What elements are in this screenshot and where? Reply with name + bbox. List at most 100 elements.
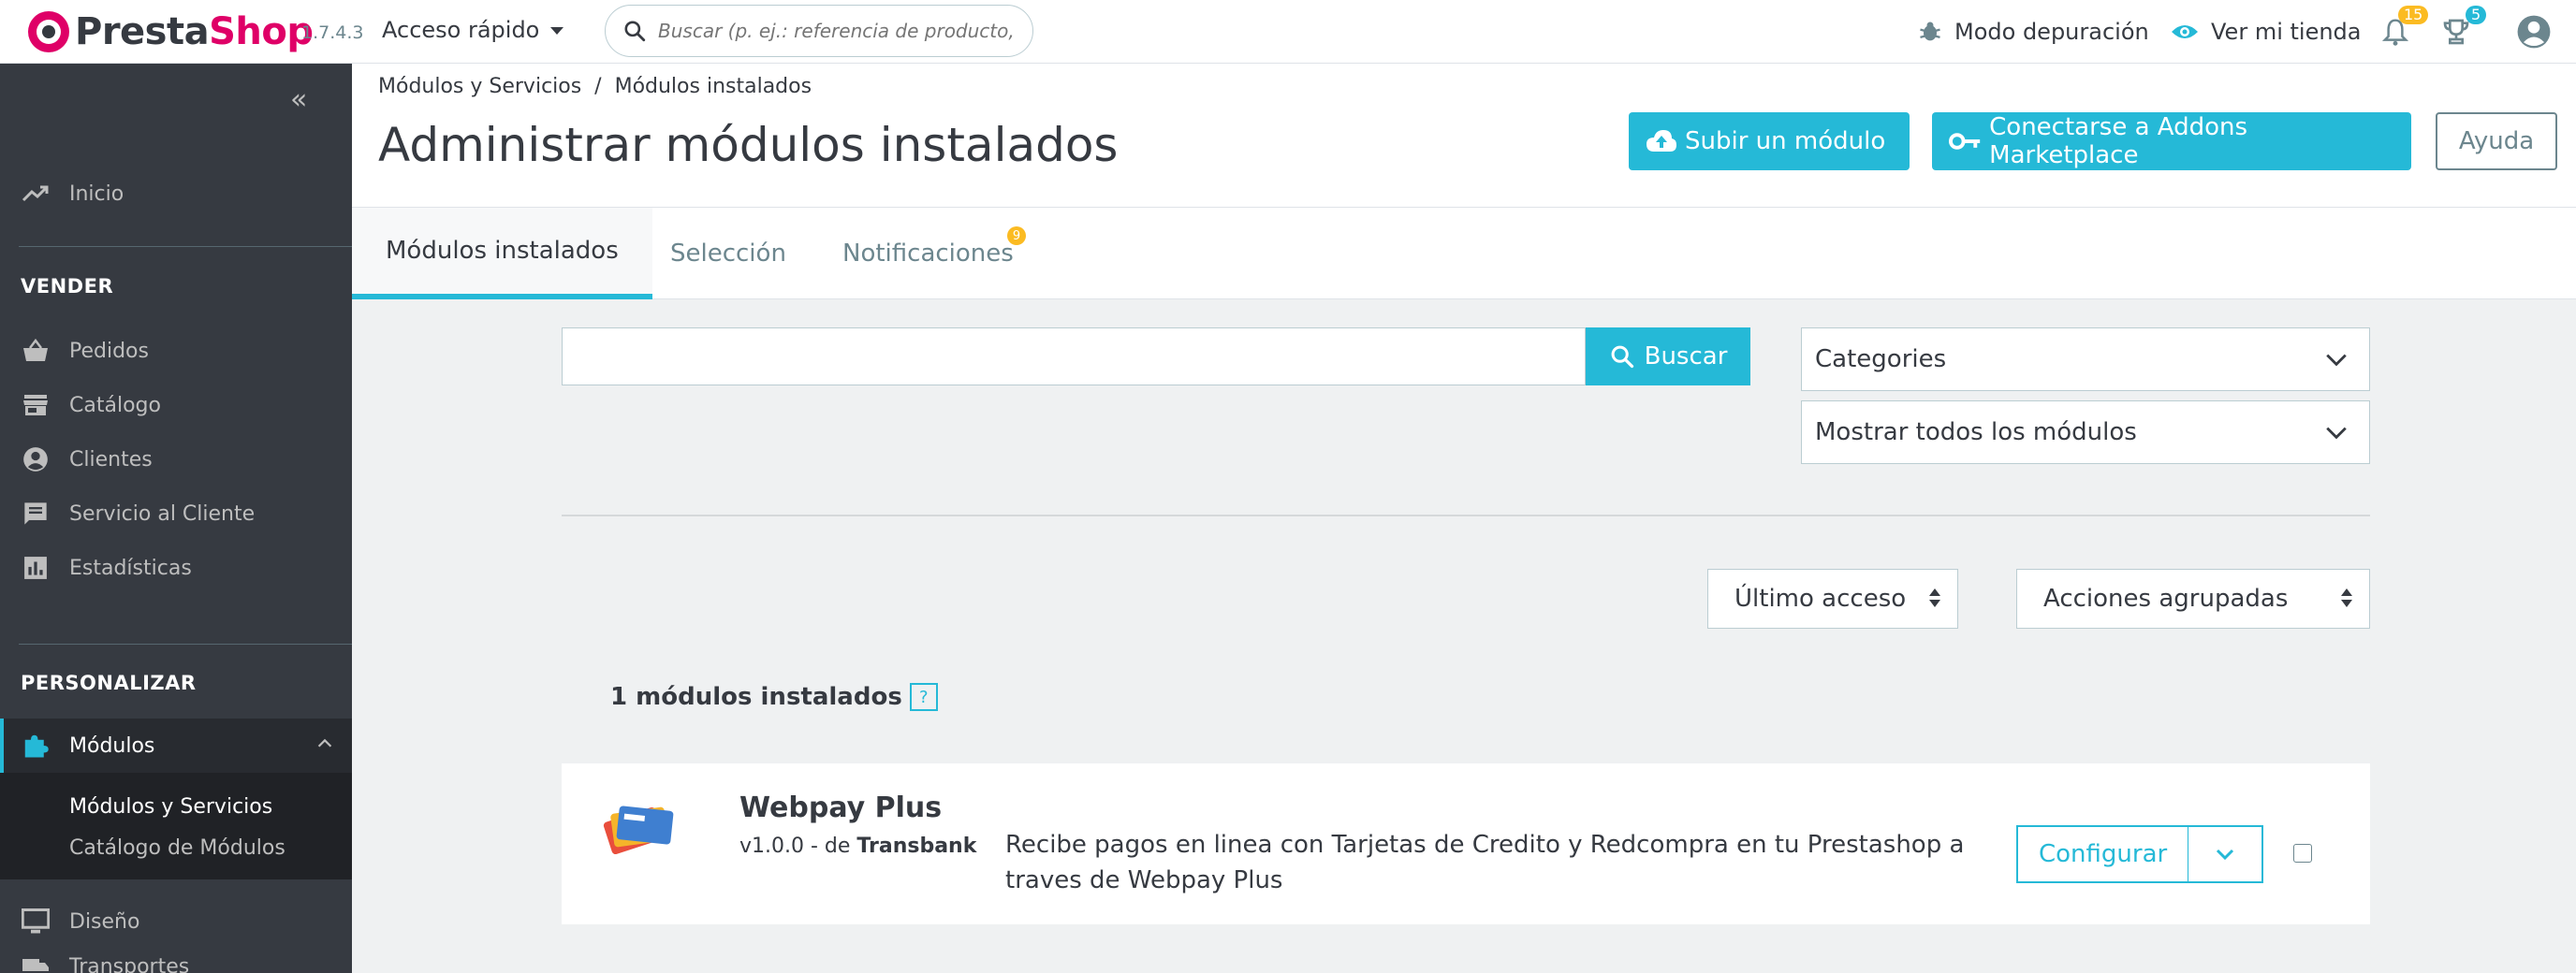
- sidebar-item-label: Clientes: [69, 447, 153, 472]
- prestashop-logo[interactable]: PrestaShop: [28, 7, 314, 56]
- sort-arrows-icon: [2341, 588, 2352, 607]
- sidebar-item-pedidos[interactable]: Pedidos: [0, 327, 352, 374]
- header-search-input[interactable]: [658, 20, 1014, 42]
- module-description: Recibe pagos en linea con Tarjetas de Cr…: [1005, 831, 1965, 894]
- sidebar-item-servicio-cliente[interactable]: Servicio al Cliente: [0, 490, 352, 537]
- module-search-input[interactable]: [562, 327, 1586, 385]
- installed-modules-count: 1 módulos instalados ?: [610, 683, 938, 711]
- categories-label: Categories: [1815, 345, 1947, 373]
- account-circle-icon: [21, 444, 51, 474]
- notifications-badge: 9: [1007, 226, 1026, 245]
- bulk-actions-select[interactable]: Acciones agrupadas: [2016, 569, 2370, 629]
- sidebar-item-label: Transportes: [69, 954, 190, 973]
- caret-down-icon: [550, 27, 564, 35]
- tab-notifications[interactable]: Notificaciones 9: [842, 208, 1026, 299]
- sidebar-item-label: Diseño: [69, 909, 140, 934]
- help-question-icon[interactable]: ?: [909, 683, 938, 711]
- sidebar-item-inicio[interactable]: Inicio: [0, 170, 352, 217]
- search-icon: [624, 21, 646, 42]
- connect-addons-label: Conectarse a Addons Marketplace: [1989, 113, 2248, 169]
- chevron-down-icon: [2326, 427, 2347, 440]
- status-filter-label: Mostrar todos los módulos: [1815, 418, 2137, 446]
- tab-label: Selección: [670, 240, 786, 268]
- sidebar-item-label: Módulos: [69, 733, 155, 758]
- search-button[interactable]: Buscar: [1586, 327, 1750, 385]
- cloud-upload-icon: [1647, 130, 1676, 152]
- puffin-logo-icon: [28, 11, 69, 52]
- upload-module-button[interactable]: Subir un módulo: [1629, 112, 1910, 170]
- sort-select[interactable]: Último acceso: [1707, 569, 1958, 629]
- version-label: 1.7.4.3: [301, 22, 364, 43]
- module-version: v1.0.0 - de: [739, 835, 857, 858]
- chevron-down-icon: [2326, 354, 2347, 367]
- view-store-link[interactable]: Ver mi tienda: [2170, 0, 2362, 64]
- help-button[interactable]: Ayuda: [2436, 112, 2557, 170]
- bar-chart-icon: [21, 553, 51, 583]
- filters-divider: [562, 515, 2370, 516]
- connect-addons-button[interactable]: Conectarse a Addons Marketplace: [1932, 112, 2411, 170]
- sidebar-item-label: Inicio: [69, 182, 124, 206]
- notifications-button[interactable]: 15: [2381, 0, 2429, 64]
- view-store-label: Ver mi tienda: [2211, 19, 2362, 45]
- breadcrumb[interactable]: Módulos y Servicios / Módulos instalados: [378, 75, 812, 98]
- module-tabs: Módulos instalados Selección Notificacio…: [352, 208, 2576, 299]
- tab-selection[interactable]: Selección: [670, 208, 786, 299]
- sidebar-section-sell: VENDER: [21, 275, 114, 298]
- collapse-sidebar-icon[interactable]: «: [290, 86, 307, 114]
- debug-mode-link[interactable]: Modo depuración: [1917, 0, 2149, 64]
- main-content: Buscar Categories Mostrar todos los módu…: [352, 299, 2576, 973]
- key-icon: [1949, 133, 1981, 150]
- chevron-down-icon: [2216, 849, 2234, 861]
- module-actions-dropdown[interactable]: [2188, 825, 2263, 883]
- sidebar-section-customize: PERSONALIZAR: [21, 672, 197, 694]
- sidebar: « Inicio VENDER Pedidos Catálogo Cliente…: [0, 64, 352, 973]
- account-button[interactable]: [2516, 0, 2552, 64]
- puzzle-icon: [21, 731, 51, 761]
- sidebar-item-label: Pedidos: [69, 339, 149, 363]
- sidebar-item-label: Estadísticas: [69, 556, 192, 580]
- module-meta: v1.0.0 - de Transbank: [739, 835, 976, 858]
- notifications-count-badge: 15: [2398, 6, 2429, 24]
- store-icon: [21, 390, 51, 420]
- quick-access-dropdown[interactable]: Acceso rápido: [382, 17, 564, 43]
- header-search[interactable]: [605, 5, 1033, 57]
- sort-arrows-icon: [1929, 588, 1940, 607]
- sidebar-item-catalogo[interactable]: Catálogo: [0, 382, 352, 428]
- tab-installed-modules[interactable]: Módulos instalados: [352, 208, 652, 299]
- installed-count-label: 1 módulos instalados: [610, 683, 902, 711]
- trending-up-icon: [21, 179, 51, 209]
- search-icon: [1611, 345, 1633, 369]
- tab-label: Notificaciones: [842, 240, 1014, 268]
- sidebar-item-modulos[interactable]: Módulos: [0, 719, 352, 773]
- logo-text-presta: Presta: [75, 10, 210, 53]
- module-author: Transbank: [856, 835, 977, 858]
- sidebar-subitem-catalogo-modulos[interactable]: Catálogo de Módulos: [69, 836, 285, 860]
- account-circle-icon: [2517, 15, 2551, 49]
- sidebar-divider: [19, 644, 352, 645]
- module-select-checkbox[interactable]: [2293, 844, 2312, 863]
- sidebar-divider: [19, 246, 352, 247]
- bulk-actions-label: Acciones agrupadas: [2043, 585, 2289, 613]
- sidebar-subitem-modulos-servicios[interactable]: Módulos y Servicios: [69, 795, 272, 819]
- page-title: Administrar módulos instalados: [378, 118, 1119, 172]
- configure-button[interactable]: Configurar: [2016, 825, 2190, 883]
- sidebar-item-transportes[interactable]: Transportes: [0, 943, 352, 973]
- trophy-count-badge: 5: [2466, 6, 2487, 24]
- top-header: PrestaShop 1.7.4.3 Acceso rápido Modo de…: [0, 0, 2576, 64]
- module-name: Webpay Plus: [739, 791, 943, 824]
- trophy-button[interactable]: 5: [2441, 0, 2487, 64]
- module-card: Webpay Plus v1.0.0 - de Transbank Recibe…: [562, 763, 2370, 924]
- trophy-icon: [2443, 19, 2469, 45]
- tab-label: Módulos instalados: [386, 237, 619, 265]
- sidebar-item-estadisticas[interactable]: Estadísticas: [0, 545, 352, 591]
- quick-access-label: Acceso rápido: [382, 17, 540, 43]
- bug-icon: [1920, 22, 1940, 41]
- chat-icon: [21, 499, 51, 529]
- page-header: Módulos y Servicios / Módulos instalados…: [352, 64, 2576, 208]
- sidebar-item-clientes[interactable]: Clientes: [0, 436, 352, 483]
- categories-dropdown[interactable]: Categories: [1801, 327, 2370, 391]
- chevron-up-icon: [317, 738, 332, 748]
- status-filter-dropdown[interactable]: Mostrar todos los módulos: [1801, 400, 2370, 464]
- sidebar-item-diseno[interactable]: Diseño: [0, 898, 352, 945]
- truck-icon: [21, 951, 51, 973]
